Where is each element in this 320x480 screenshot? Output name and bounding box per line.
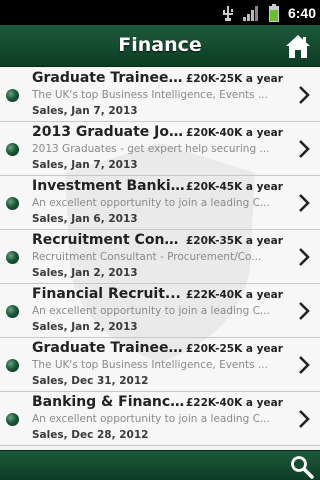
job-title: Graduate Trainee ... bbox=[32, 340, 186, 356]
list-item[interactable]: 2013 Graduate Job... £20K-40K a year 201… bbox=[0, 122, 320, 176]
list-item[interactable]: Recruitment Cons... £20K-35K a year Recr… bbox=[0, 230, 320, 284]
status-icons: 6:40 bbox=[222, 3, 316, 22]
job-list[interactable]: Graduate Trainee ... £20K-25K a year The… bbox=[0, 68, 320, 450]
list-item[interactable]: Banking & Financ... £22K-40K a year An e… bbox=[0, 392, 320, 446]
chevron-right-icon bbox=[299, 410, 310, 428]
chevron-right-icon bbox=[299, 194, 310, 212]
signal-icon bbox=[242, 5, 260, 21]
job-snippet: 2013 Graduates - get expert help securin… bbox=[32, 143, 270, 155]
chevron-right-icon bbox=[299, 86, 310, 104]
job-title: Graduate Trainee ... bbox=[32, 70, 186, 86]
job-meta: Sales, Jan 2, 2013 bbox=[32, 321, 138, 333]
job-snippet: The UK's top Business Intelligence, Even… bbox=[32, 359, 268, 371]
battery-icon bbox=[268, 3, 280, 22]
job-meta: Sales, Jan 7, 2013 bbox=[32, 105, 138, 117]
job-snippet: An excellent opportunity to join a leadi… bbox=[32, 413, 270, 425]
chevron-right-icon bbox=[299, 140, 310, 158]
bullet-icon bbox=[6, 413, 19, 426]
job-meta: Sales, Jan 6, 2013 bbox=[32, 213, 138, 225]
job-salary: £22K-40K a year bbox=[186, 289, 283, 301]
job-salary: £20K-40K a year bbox=[186, 127, 283, 139]
job-snippet: Recruitment Consultant - Procurement/Co.… bbox=[32, 251, 262, 263]
job-salary: £20K-35K a year bbox=[186, 235, 283, 247]
chevron-right-icon bbox=[299, 302, 310, 320]
job-salary: £20K-25K a year bbox=[186, 73, 283, 85]
list-item[interactable]: Graduate Trainee ... £20K-25K a year The… bbox=[0, 68, 320, 122]
home-icon bbox=[286, 35, 310, 58]
bullet-icon bbox=[6, 143, 19, 156]
bullet-icon bbox=[6, 197, 19, 210]
job-snippet: The UK's top Business Intelligence, Even… bbox=[32, 89, 268, 101]
job-title: Investment Banki... bbox=[32, 178, 186, 194]
job-snippet: An excellent opportunity to join a leadi… bbox=[32, 305, 270, 317]
search-button[interactable] bbox=[290, 455, 314, 479]
job-title: Financial Recruit... bbox=[32, 286, 181, 302]
job-meta: Sales, Dec 31, 2012 bbox=[32, 375, 149, 387]
job-salary: £20K-25K a year bbox=[186, 343, 283, 355]
job-meta: Sales, Jan 7, 2013 bbox=[32, 159, 138, 171]
job-snippet: An excellent opportunity to join a leadi… bbox=[32, 197, 270, 209]
bullet-icon bbox=[6, 305, 19, 318]
chevron-right-icon bbox=[299, 248, 310, 266]
bullet-icon bbox=[6, 89, 19, 102]
status-bar: 6:40 bbox=[0, 0, 320, 25]
chevron-right-icon bbox=[299, 356, 310, 374]
job-salary: £22K-40K a year bbox=[186, 397, 283, 409]
list-item[interactable]: Investment Banki... £20K-45K a year An e… bbox=[0, 176, 320, 230]
job-meta: Sales, Dec 28, 2012 bbox=[32, 429, 149, 441]
bullet-icon bbox=[6, 359, 19, 372]
bottom-toolbar bbox=[0, 450, 320, 480]
job-title: 2013 Graduate Job... bbox=[32, 124, 186, 140]
list-item[interactable]: Financial Recruit... £22K-40K a year An … bbox=[0, 284, 320, 338]
job-title: Banking & Financ... bbox=[32, 394, 186, 410]
home-button[interactable] bbox=[284, 32, 312, 60]
list-item[interactable]: Graduate Trainee ... £20K-25K a year The… bbox=[0, 338, 320, 392]
clock: 6:40 bbox=[287, 4, 316, 21]
page-title: Finance bbox=[118, 34, 202, 56]
search-icon bbox=[291, 456, 314, 479]
app-header: Finance bbox=[0, 25, 320, 67]
bullet-icon bbox=[6, 251, 19, 264]
job-meta: Sales, Jan 2, 2013 bbox=[32, 267, 138, 279]
usb-icon bbox=[222, 5, 234, 21]
job-title: Recruitment Cons... bbox=[32, 232, 186, 248]
job-salary: £20K-45K a year bbox=[186, 181, 283, 193]
